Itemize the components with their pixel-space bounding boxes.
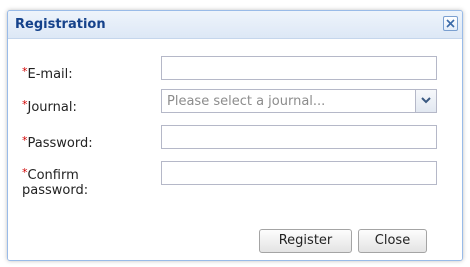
email-label: *E-mail:: [22, 65, 73, 82]
close-icon[interactable]: [443, 16, 458, 31]
journal-label: *Journal:: [22, 98, 77, 115]
dialog-title: Registration: [15, 17, 106, 32]
required-marker: *: [22, 65, 28, 78]
email-field[interactable]: [161, 56, 437, 80]
confirm-password-field[interactable]: [161, 161, 437, 185]
journal-dropdown-trigger[interactable]: [415, 90, 436, 112]
chevron-down-icon: [421, 97, 431, 104]
required-marker: *: [22, 134, 28, 147]
dialog-titlebar[interactable]: Registration: [8, 11, 462, 39]
registration-dialog: Registration *E-mail: *Journal: Please s…: [7, 10, 463, 261]
dialog-body: *E-mail: *Journal: Please select a journ…: [8, 39, 462, 260]
password-label: *Password:: [22, 134, 93, 151]
journal-placeholder: Please select a journal...: [167, 94, 326, 109]
register-button[interactable]: Register: [259, 229, 352, 253]
journal-select[interactable]: Please select a journal...: [161, 89, 437, 113]
required-marker: *: [22, 166, 28, 179]
close-button[interactable]: Close: [358, 229, 427, 253]
confirm-password-label: *Confirm password:: [22, 166, 89, 198]
required-marker: *: [22, 98, 28, 111]
password-field[interactable]: [161, 125, 437, 149]
